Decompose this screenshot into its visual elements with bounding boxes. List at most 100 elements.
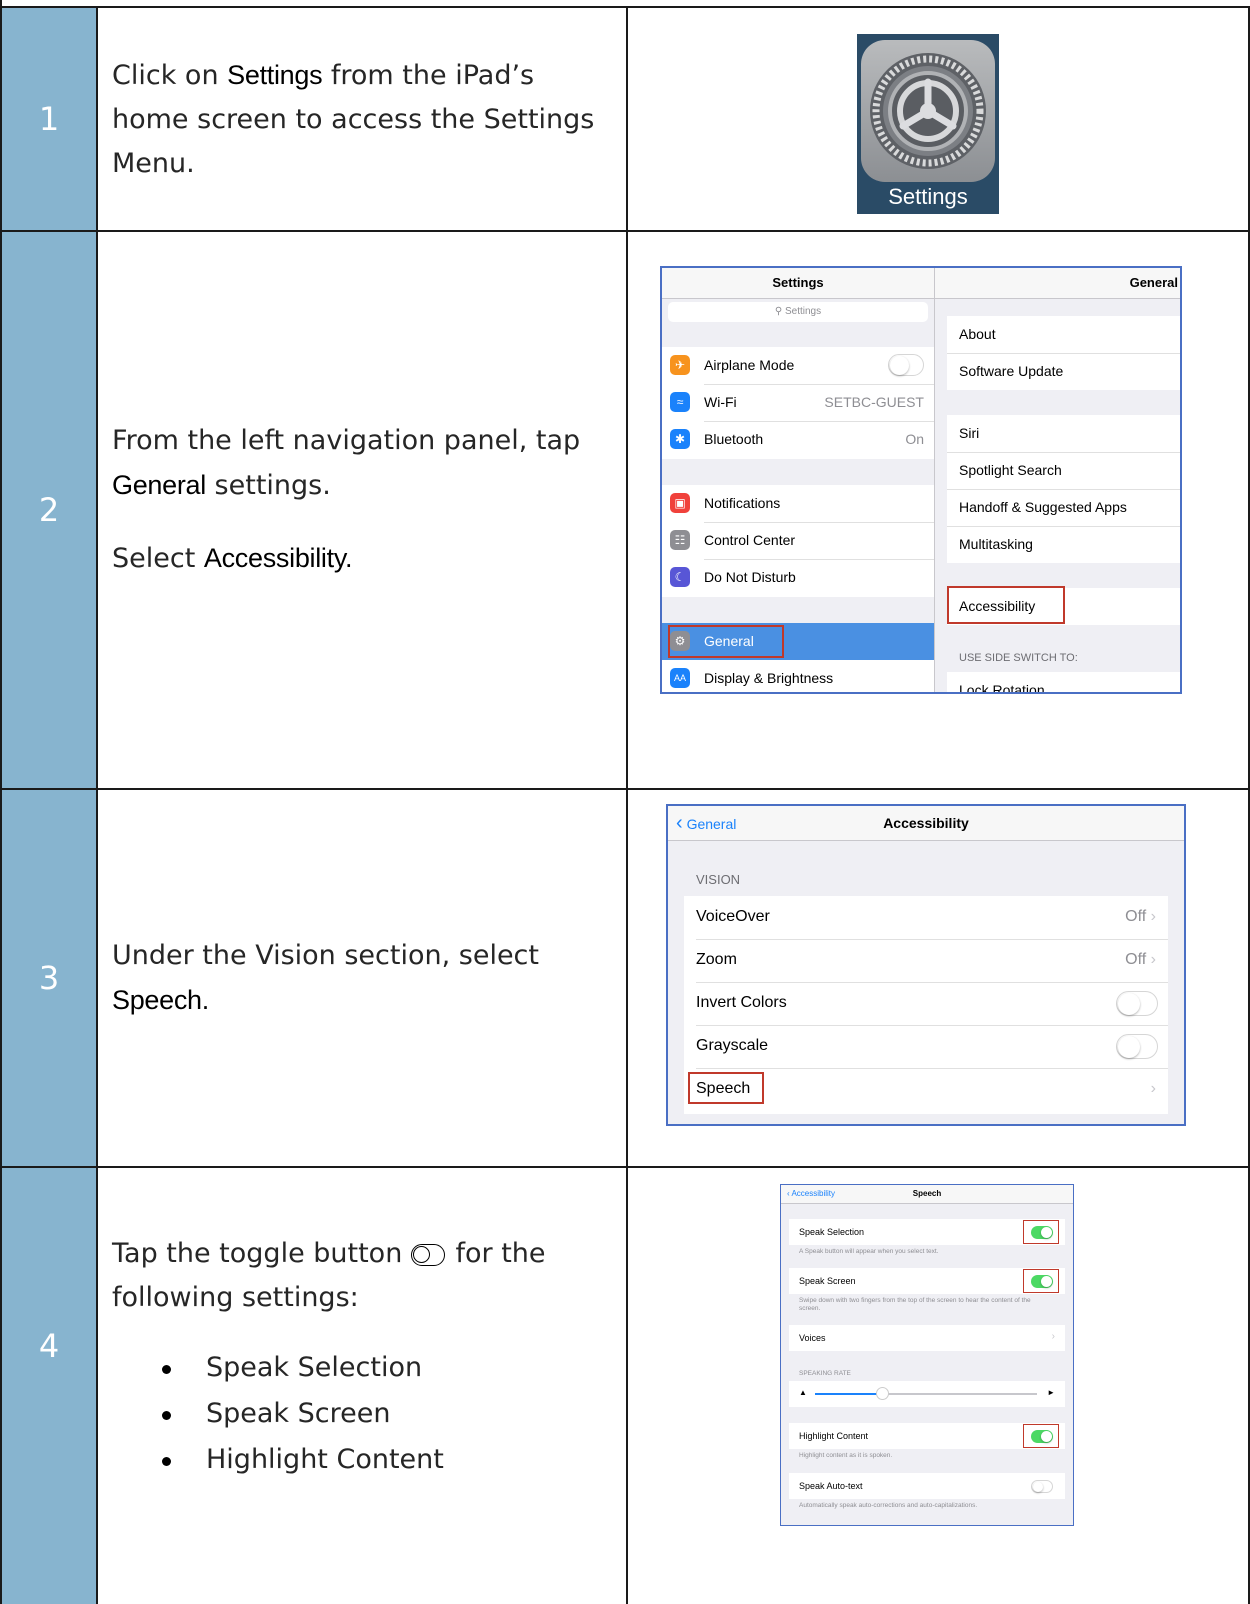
list-item-grayscale[interactable]: Grayscale [696, 1025, 1168, 1069]
ipad-speech-screenshot: ‹ Accessibility Speech Speak Selection A… [780, 1184, 1074, 1526]
right-pane: General About Software Update Siri Spotl… [935, 268, 1180, 694]
airplane-icon: ✈ [670, 355, 690, 375]
chevron-right-icon: › [1150, 951, 1156, 968]
highlight-box [668, 625, 784, 658]
slider-track [815, 1387, 1037, 1400]
gear-icon [870, 53, 986, 169]
item-label: Speak Selection [799, 1227, 865, 1237]
grayscale-toggle[interactable] [1116, 1034, 1158, 1059]
display-icon: AA [670, 668, 690, 688]
invert-colors-toggle[interactable] [1116, 991, 1158, 1016]
item-label: Speak Screen [799, 1276, 856, 1286]
step-row-1: 1 Click on Settings from the iPad’s home… [0, 8, 1250, 232]
nav-bar: ‹ Accessibility Speech [781, 1185, 1073, 1204]
list-item-voices[interactable]: Voices › [789, 1325, 1065, 1351]
list-item-notifications[interactable]: ▣ Notifications [670, 485, 934, 523]
settings-group: About Software Update [947, 316, 1180, 390]
chevron-right-icon: › [1051, 1331, 1055, 1342]
list-item-airplane[interactable]: ✈ Airplane Mode [670, 347, 934, 385]
list-item-software-update[interactable]: Software Update [947, 353, 1180, 390]
text: From the left navigation panel, tap [112, 425, 581, 456]
list-item-highlight-content[interactable]: Highlight Content [789, 1423, 1065, 1449]
nav-title: Accessibility [883, 815, 969, 831]
step-text: Click on Settings from the iPad’s home s… [98, 8, 628, 232]
step-row-3: 3 Under the Vision section, select Speec… [0, 790, 1250, 1168]
right-title: General [1129, 275, 1178, 290]
list-item-bluetooth[interactable]: ✱ Bluetooth On [670, 421, 934, 458]
step-text: Under the Vision section, select Speech. [98, 790, 628, 1168]
value-text: Off [1125, 908, 1147, 925]
list-item-about[interactable]: About [947, 316, 1180, 354]
chevron-left-icon: ‹ [787, 1189, 790, 1198]
step-paragraph: Under the Vision section, select Speech. [112, 934, 626, 1023]
list-item-display[interactable]: AA Display & Brightness [662, 660, 934, 692]
section-label: USE SIDE SWITCH TO: [959, 652, 1078, 664]
speak-auto-text-toggle[interactable] [1031, 1480, 1053, 1493]
step-number: 1 [0, 8, 98, 232]
toggle-knob [412, 1245, 430, 1263]
item-value: Off › [1125, 908, 1156, 926]
list-item-zoom[interactable]: Zoom Off › [696, 939, 1168, 983]
footnote: Highlight content as it is spoken. [799, 1452, 893, 1459]
settings-icon-label: Settings [888, 184, 968, 209]
hare-icon: ► [1047, 1388, 1055, 1397]
list-item-speech[interactable]: Speech › [688, 1068, 1168, 1111]
step-image-cell: Settings [628, 8, 1250, 232]
step-image-cell: ‹ General Accessibility VISION VoiceOver… [628, 790, 1250, 1168]
section-label: VISION [696, 872, 741, 887]
slider-knob[interactable] [875, 1387, 889, 1400]
text: Select [112, 543, 204, 574]
item-label: Multitasking [959, 536, 1033, 552]
instruction-table: 1 Click on Settings from the iPad’s home… [0, 0, 1250, 1604]
item-label: Airplane Mode [704, 357, 795, 373]
control-center-icon: ☷ [670, 530, 690, 550]
list-item-general-selected[interactable]: ⚙ General [662, 623, 934, 660]
list-item-speak-screen[interactable]: Speak Screen [789, 1268, 1065, 1294]
list-item-siri[interactable]: Siri [947, 415, 1180, 453]
list-item-invert-colors[interactable]: Invert Colors [696, 982, 1168, 1026]
step-row-4: 4 Tap the toggle button for the followin… [0, 1168, 1250, 1604]
text: Tap the toggle button [112, 1238, 411, 1269]
airplane-mode-toggle[interactable] [888, 354, 924, 376]
bold-text: Accessibility. [203, 543, 353, 573]
list-item-lock-rotation[interactable]: Lock Rotation [947, 672, 1180, 694]
value-text: Off [1125, 951, 1147, 968]
back-button[interactable]: ‹ Accessibility [787, 1185, 835, 1203]
item-label: VoiceOver [696, 908, 770, 925]
right-header: General [935, 268, 1180, 299]
step-image-cell: ‹ Accessibility Speech Speak Selection A… [628, 1168, 1250, 1604]
speaking-rate-slider[interactable]: ▲ ► [789, 1381, 1065, 1407]
step-paragraph: From the left navigation panel, tap Gene… [112, 419, 626, 508]
highlight-box [947, 586, 1065, 624]
step-paragraph: Click on Settings from the iPad’s home s… [112, 53, 606, 186]
list-item-voiceover[interactable]: VoiceOver Off › [696, 896, 1168, 940]
item-label: Software Update [959, 363, 1064, 379]
nav-title: Speech [912, 1189, 942, 1198]
item-label: Lock Rotation [959, 682, 1045, 694]
list-item-wifi[interactable]: ≈ Wi-Fi SETBC-GUEST [670, 384, 934, 422]
chevron-left-icon: ‹ [676, 812, 683, 834]
back-button[interactable]: ‹ General [676, 806, 736, 841]
search-icon: ⚲ [774, 306, 785, 317]
search-input[interactable]: ⚲ Settings [668, 302, 928, 322]
list-item: Speak Screen [162, 1392, 626, 1436]
left-pane: Settings ⚲ Settings ✈ Airplane Mode ≈ Wi… [662, 268, 935, 692]
list-item-multitasking[interactable]: Multitasking [947, 526, 1180, 563]
step-number: 4 [0, 1168, 98, 1604]
list-item-spotlight[interactable]: Spotlight Search [947, 452, 1180, 490]
moon-icon: ☾ [670, 567, 690, 587]
list-item-accessibility[interactable]: Accessibility [947, 586, 1180, 625]
list-item-handoff[interactable]: Handoff & Suggested Apps [947, 489, 1180, 527]
settings-group: ✈ Airplane Mode ≈ Wi-Fi SETBC-GUEST ✱ Bl… [662, 347, 934, 459]
toggle-off-icon [410, 1243, 445, 1266]
settings-group: VoiceOver Off › Zoom Off › Invert Colors… [684, 896, 1168, 1114]
list-item-speak-auto-text[interactable]: Speak Auto-text [789, 1473, 1065, 1499]
item-label: Display & Brightness [704, 670, 834, 686]
bluetooth-icon: ✱ [670, 429, 690, 449]
list-item-control-center[interactable]: ☷ Control Center [670, 522, 934, 560]
item-label: Wi-Fi [704, 394, 737, 410]
list-item-speak-selection[interactable]: Speak Selection [789, 1219, 1065, 1245]
list-item-do-not-disturb[interactable]: ☾ Do Not Disturb [670, 559, 934, 596]
back-label: Accessibility [791, 1189, 836, 1198]
wifi-icon: ≈ [670, 392, 690, 412]
